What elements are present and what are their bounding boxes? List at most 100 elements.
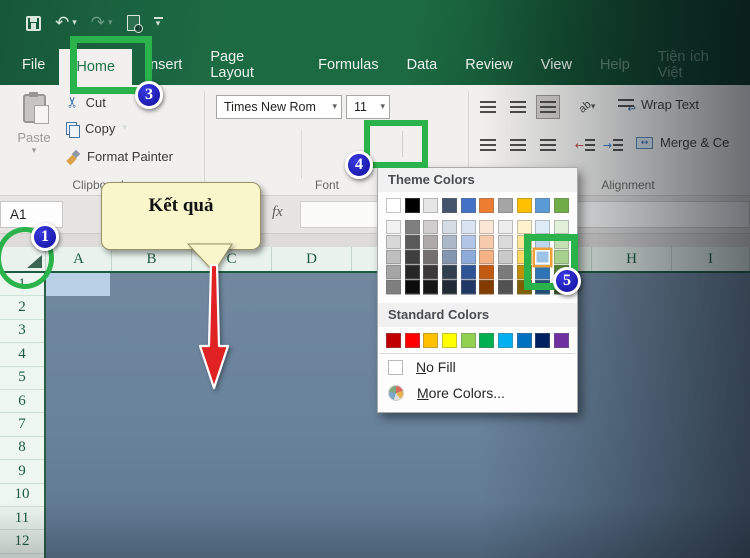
tab-page-layout[interactable]: Page Layout [196,44,304,85]
undo-button[interactable]: ↶ ▾ [55,14,77,32]
standard-color-swatch[interactable] [423,333,439,348]
customize-quick-access-button[interactable]: ▾ [153,17,163,29]
tab-file[interactable]: File [8,44,59,85]
row-header-3[interactable]: 3 [0,320,44,344]
wrap-text-button[interactable]: Wrap Text [618,97,699,115]
theme-variant-swatch[interactable] [497,235,513,250]
merge-center-button[interactable]: ↔ Merge & Ce [636,135,729,150]
theme-variant-swatch[interactable] [441,220,457,235]
theme-color-swatch[interactable] [479,198,495,213]
standard-color-swatch[interactable] [479,333,495,348]
theme-variant-swatch[interactable] [404,280,420,295]
format-painter-button[interactable]: Format Painter [66,149,173,164]
theme-variant-swatch[interactable] [497,220,513,235]
tab-view[interactable]: View [527,44,586,85]
row-header-10[interactable]: 10 [0,484,44,507]
insert-function-icon[interactable]: fx [272,204,283,221]
column-header-i[interactable]: I [672,247,750,271]
standard-color-swatch[interactable] [441,333,457,348]
theme-variant-swatch[interactable] [516,220,532,235]
tab-data[interactable]: Data [393,44,452,85]
theme-variant-swatch[interactable] [386,280,401,295]
theme-variant-swatch[interactable] [404,250,420,265]
cut-button[interactable]: ✂ Cut [63,93,106,111]
theme-variant-swatch[interactable] [497,265,513,280]
theme-variant-swatch[interactable] [404,235,420,250]
theme-variant-swatch[interactable] [479,220,495,235]
align-center-button[interactable] [506,133,530,157]
name-box[interactable]: A1 [0,201,63,228]
row-header-4[interactable]: 4 [0,343,44,367]
theme-color-swatch[interactable] [460,198,476,213]
tab-review[interactable]: Review [451,44,527,85]
no-fill-option[interactable]: No Fill [378,354,577,380]
increase-indent-button[interactable]: → [600,133,626,157]
theme-variant-swatch[interactable] [386,250,401,265]
theme-variant-swatch[interactable] [404,220,420,235]
theme-variant-swatch[interactable] [497,250,513,265]
theme-variant-swatch[interactable] [423,250,439,265]
redo-button[interactable]: ↷ ▾ [91,14,113,32]
row-header-2[interactable]: 2 [0,296,44,320]
row-header-12[interactable]: 12 [0,530,44,554]
theme-color-swatch[interactable] [553,198,569,213]
theme-variant-swatch[interactable] [386,220,401,235]
theme-variant-swatch[interactable] [404,265,420,280]
more-colors-option[interactable]: More Colors... [378,380,577,406]
print-preview-button[interactable] [126,15,143,33]
theme-variant-swatch[interactable] [460,250,476,265]
column-header-c[interactable]: C [192,247,272,271]
theme-variant-swatch[interactable] [479,250,495,265]
theme-variant-swatch[interactable] [460,235,476,250]
copy-button[interactable]: Copy ▾ [66,121,127,138]
middle-align-button[interactable] [506,95,530,119]
theme-variant-swatch[interactable] [535,220,551,235]
row-header-13[interactable]: 13 [0,554,44,558]
column-header-a[interactable]: A [46,247,112,271]
standard-color-swatch[interactable] [535,333,551,348]
decrease-indent-button[interactable]: ← [572,133,598,157]
standard-color-swatch[interactable] [497,333,513,348]
standard-color-swatch[interactable] [553,333,569,348]
align-right-button[interactable] [536,133,560,157]
theme-color-swatch[interactable] [404,198,420,213]
tab-tiện-ích-việt[interactable]: Tiện ích Việt [644,44,750,85]
save-button[interactable] [26,15,41,31]
theme-variant-swatch[interactable] [479,235,495,250]
row-header-5[interactable]: 5 [0,367,44,390]
theme-color-swatch[interactable] [497,198,513,213]
theme-variant-swatch[interactable] [423,235,439,250]
column-header-h[interactable]: H [592,247,672,271]
paste-button[interactable]: Paste ▾ [8,91,60,177]
bottom-align-button[interactable] [536,95,560,119]
theme-color-swatch[interactable] [516,198,532,213]
row-header-6[interactable]: 6 [0,390,44,414]
row-header-7[interactable]: 7 [0,413,44,437]
standard-color-swatch[interactable] [386,333,401,348]
column-header-d[interactable]: D [272,247,352,271]
selected-cell-a1[interactable] [46,273,110,297]
theme-variant-swatch[interactable] [441,265,457,280]
theme-variant-swatch[interactable] [460,220,476,235]
row-header-9[interactable]: 9 [0,460,44,484]
tab-help[interactable]: Help [586,44,644,85]
theme-color-swatch[interactable] [535,198,551,213]
theme-variant-swatch[interactable] [479,265,495,280]
row-header-8[interactable]: 8 [0,437,44,461]
theme-variant-swatch[interactable] [386,265,401,280]
theme-variant-swatch[interactable] [460,265,476,280]
theme-color-swatch[interactable] [423,198,439,213]
theme-color-swatch[interactable] [386,198,401,213]
standard-color-swatch[interactable] [404,333,420,348]
tab-formulas[interactable]: Formulas [304,44,392,85]
theme-variant-swatch[interactable] [497,280,513,295]
theme-variant-swatch[interactable] [423,220,439,235]
theme-variant-swatch[interactable] [386,235,401,250]
row-header-11[interactable]: 11 [0,507,44,531]
theme-variant-swatch[interactable] [479,280,495,295]
top-align-button[interactable] [476,95,500,119]
column-header-b[interactable]: B [112,247,192,271]
theme-variant-swatch[interactable] [460,280,476,295]
orientation-button[interactable]: ab ▾ [572,95,602,119]
align-left-button[interactable] [476,133,500,157]
